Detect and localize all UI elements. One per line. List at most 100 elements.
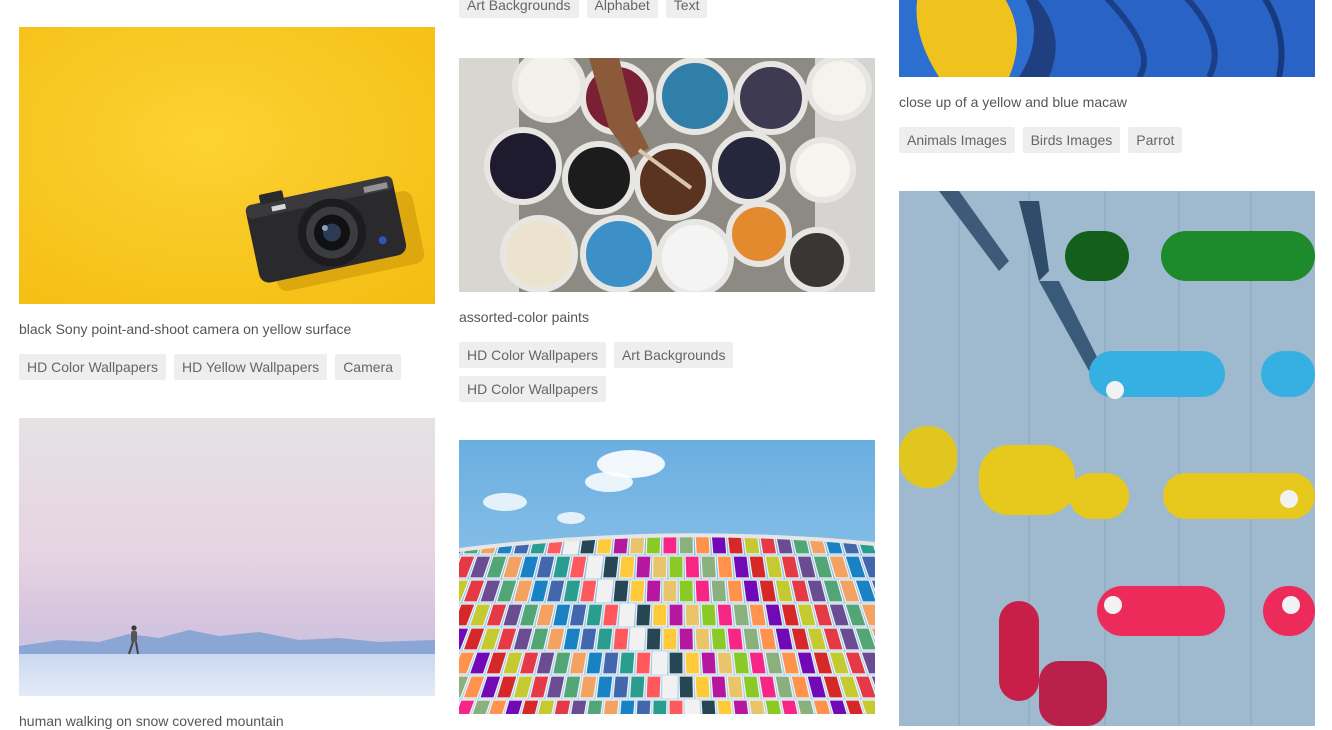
facade-tile: [684, 555, 701, 579]
tag[interactable]: Animals Images: [899, 127, 1015, 153]
facade-tile: [635, 651, 652, 675]
facade-tile: [758, 579, 778, 603]
facade-tile: [684, 651, 701, 675]
facade-tile: [651, 603, 668, 627]
facade-tile: [700, 555, 717, 579]
facade-tile: [694, 675, 711, 699]
facade-tile: [578, 627, 598, 651]
facade-tile: [732, 651, 751, 675]
facade-tile: [635, 555, 652, 579]
facade-tile: [585, 651, 604, 675]
tag[interactable]: Camera: [335, 354, 401, 380]
facade-tile: [684, 699, 701, 714]
tag[interactable]: Alphabet: [586, 0, 658, 18]
photo-caption[interactable]: human walking on snow covered mountain: [19, 712, 435, 730]
photo-card: assorted-color paints HD Color Wallpaper…: [459, 58, 875, 402]
facade-tile: [601, 651, 620, 675]
facade-tile: [710, 579, 728, 603]
facade-tile: [716, 651, 734, 675]
facade-tile: [585, 555, 604, 579]
facade-tile: [716, 699, 734, 714]
tag[interactable]: HD Color Wallpapers: [459, 342, 606, 368]
gallery-column-2: Art Backgrounds Alphabet Text assorted-c…: [459, 0, 875, 726]
tag[interactable]: HD Color Wallpapers: [459, 376, 606, 402]
photo-colorful-windows[interactable]: [899, 191, 1315, 726]
tag[interactable]: Art Backgrounds: [459, 0, 579, 18]
facade-tile: [732, 699, 751, 714]
facade-tile: [694, 627, 711, 651]
facade-tile: [662, 579, 678, 603]
photo-camera-yellow[interactable]: [19, 27, 435, 304]
facade-tile: [678, 675, 695, 699]
facade-tile: [662, 675, 678, 699]
photo-card: close up of a yellow and blue macaw Anim…: [899, 0, 1315, 153]
facade-tile: [710, 675, 728, 699]
facade-tile: [678, 579, 695, 603]
facade-tile: [726, 627, 745, 651]
facade-tile: [635, 699, 652, 714]
tag-list: Art Backgrounds Alphabet Text: [459, 0, 875, 18]
facade-tile: [645, 579, 662, 603]
facade-tile: [645, 627, 662, 651]
facade-tile: [694, 579, 711, 603]
photo-snow-mountain[interactable]: [19, 418, 435, 696]
facade-tile: [758, 627, 778, 651]
facade-tile: [732, 603, 751, 627]
facade-tile: [748, 603, 767, 627]
facade-tile: [628, 579, 646, 603]
facade-tile: [585, 603, 604, 627]
facade-tile: [742, 627, 761, 651]
facade-tile: [758, 675, 778, 699]
facade-tile: [748, 699, 767, 714]
facade-tile: [568, 651, 588, 675]
tag[interactable]: Art Backgrounds: [613, 342, 734, 368]
facade-tile: [618, 651, 636, 675]
facade-tile: [700, 699, 717, 714]
tag[interactable]: HD Yellow Wallpapers: [173, 354, 328, 380]
tag[interactable]: HD Color Wallpapers: [19, 354, 166, 380]
facade-tile: [612, 675, 630, 699]
facade-tile: [578, 675, 598, 699]
facade-tile: [628, 627, 646, 651]
facade-tile: [618, 603, 636, 627]
tag[interactable]: Birds Images: [1022, 127, 1121, 153]
photo-card: [459, 440, 875, 714]
facade-tile: [668, 651, 684, 675]
tag[interactable]: Text: [665, 0, 708, 18]
photo-colorful-facade[interactable]: [459, 440, 875, 714]
facade-tile: [662, 627, 678, 651]
facade-tile: [700, 651, 717, 675]
photo-card: black Sony point-and-shoot camera on yel…: [19, 27, 435, 380]
facade-tile: [601, 699, 620, 714]
photo-macaw[interactable]: [899, 0, 1315, 77]
facade-tile: [732, 555, 751, 579]
photo-paint-buckets[interactable]: [459, 58, 875, 292]
facade-tile: [668, 603, 684, 627]
photo-card: Art Backgrounds Alphabet Text: [459, 0, 875, 18]
facade-tile: [612, 579, 630, 603]
facade-tile: [568, 603, 588, 627]
facade-tile: [651, 651, 668, 675]
facade-tile: [601, 555, 620, 579]
tag-list: Animals Images Birds Images Parrot: [899, 127, 1315, 153]
photo-caption[interactable]: close up of a yellow and blue macaw: [899, 93, 1315, 111]
facade-tile: [618, 555, 636, 579]
facade-tile: [742, 675, 761, 699]
photo-card: human walking on snow covered mountain: [19, 418, 435, 730]
facade-tile: [726, 579, 745, 603]
facade-tile: [601, 603, 620, 627]
facade-tile: [645, 675, 662, 699]
facade-tile: [716, 555, 734, 579]
tag[interactable]: Parrot: [1128, 127, 1183, 153]
facade-tile: [678, 627, 695, 651]
photo-caption[interactable]: assorted-color paints: [459, 308, 875, 326]
facade-tile: [742, 579, 761, 603]
facade-tile: [585, 699, 604, 714]
facade-tile: [595, 579, 614, 603]
facade-tile: [700, 603, 717, 627]
facade-tile: [595, 627, 614, 651]
gallery-column-1: black Sony point-and-shoot camera on yel…: [19, 0, 435, 729]
photo-card: [899, 191, 1315, 726]
facade-tile: [748, 555, 767, 579]
photo-caption[interactable]: black Sony point-and-shoot camera on yel…: [19, 320, 435, 338]
